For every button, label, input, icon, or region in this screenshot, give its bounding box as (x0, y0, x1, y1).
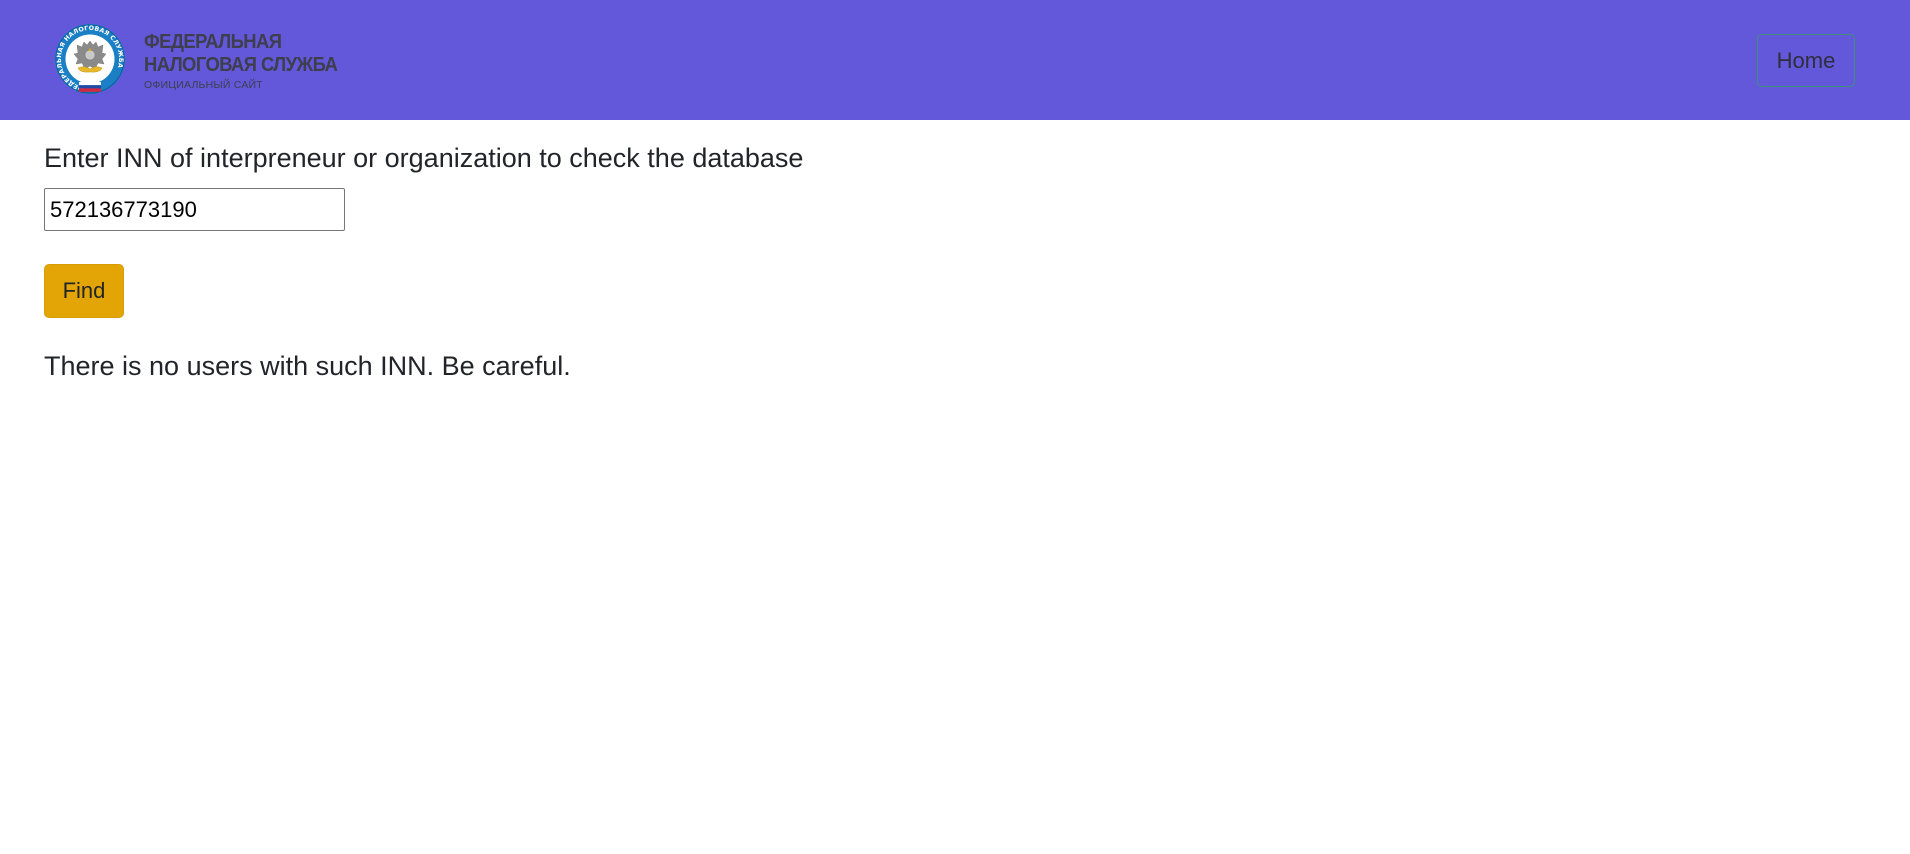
inn-input[interactable] (44, 188, 345, 231)
brand-logo-link[interactable]: ФЕДЕРАЛЬНАЯ НАЛОГОВАЯ СЛУЖБА ФЕДЕРАЛЬНАЯ… (54, 20, 354, 100)
find-button[interactable]: Find (44, 264, 124, 318)
brand-subtitle: ОФИЦИАЛЬНЫЙ САЙТ (144, 78, 263, 91)
top-navbar: ФЕДЕРАЛЬНАЯ НАЛОГОВАЯ СЛУЖБА ФЕДЕРАЛЬНАЯ… (0, 0, 1910, 120)
inn-prompt-label: Enter INN of interpreneur or organizatio… (44, 143, 804, 173)
brand-text: ФЕДЕРАЛЬНАЯ НАЛОГОВАЯ СЛУЖБА ОФИЦИАЛЬНЫЙ… (144, 32, 354, 91)
brand-title-line1: ФЕДЕРАЛЬНАЯ (144, 30, 282, 53)
fns-emblem-icon: ФЕДЕРАЛЬНАЯ НАЛОГОВАЯ СЛУЖБА (55, 24, 125, 94)
result-message: There is no users with such INN. Be care… (44, 351, 571, 381)
brand-title-line2: НАЛОГОВАЯ СЛУЖБА (144, 53, 338, 76)
home-button[interactable]: Home (1757, 34, 1855, 87)
